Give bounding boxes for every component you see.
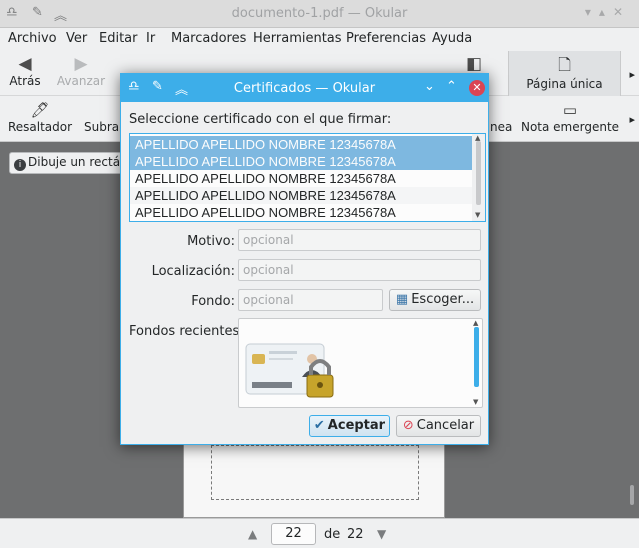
forward-label: Avanzar: [56, 74, 106, 88]
highlighter-icon: 🖊: [30, 101, 50, 119]
underline-label: Subra: [84, 120, 120, 134]
back-button[interactable]: ◀ Atrás: [6, 54, 44, 88]
id-card-lock-icon: [245, 343, 334, 398]
fondos-recientes-label: Fondos recientes:: [129, 324, 244, 339]
choose-background-button[interactable]: ▦ Escoger...: [389, 289, 481, 311]
certificate-list-scroll-thumb[interactable]: [476, 141, 481, 205]
note-icon: ▭: [562, 101, 578, 119]
two-pages-icon: ◧: [465, 54, 483, 74]
certificate-item[interactable]: APELLIDO APELLIDO NOMBRE 12345678A: [130, 153, 472, 170]
toolbar-overflow-icon[interactable]: ▸: [629, 68, 635, 81]
recent-background-thumbnail[interactable]: [244, 339, 339, 404]
single-page-label: Página única: [526, 77, 603, 91]
localizacion-label: Localización:: [151, 264, 235, 279]
certificate-item[interactable]: APELLIDO APELLIDO NOMBRE 12345678A: [130, 170, 472, 187]
menu-ir[interactable]: Ir: [146, 31, 155, 46]
line-label: nea: [490, 120, 513, 134]
fondo-field[interactable]: opcional: [238, 289, 383, 311]
select-certificate-prompt: Seleccione certificado con el que firmar…: [129, 112, 392, 127]
recent-backgrounds-list[interactable]: ▲ ▼: [238, 318, 483, 408]
accept-button[interactable]: ✔ Aceptar: [309, 415, 390, 437]
motivo-field[interactable]: opcional: [238, 229, 481, 251]
page-of-label: de: [324, 527, 341, 542]
localizacion-field[interactable]: opcional: [238, 259, 481, 281]
certificate-item[interactable]: APELLIDO APELLIDO NOMBRE 12345678A: [130, 187, 472, 204]
accept-label: Aceptar: [327, 418, 386, 433]
close-icon[interactable]: ✕: [469, 80, 485, 96]
image-icon: ▦: [395, 292, 409, 307]
fondo-label: Fondo:: [191, 294, 235, 309]
info-icon: i: [14, 159, 26, 171]
certificate-item[interactable]: APELLIDO APELLIDO NOMBRE 12345678A: [130, 204, 472, 221]
highlighter-label: Resaltador: [7, 120, 73, 134]
cancel-icon: ⊘: [402, 418, 414, 433]
underline-button[interactable]: Subra: [84, 100, 124, 134]
popup-note-button[interactable]: ▭ Nota emergente: [520, 100, 620, 134]
signature-rectangle: [211, 445, 419, 500]
document-scrollbar-thumb[interactable]: [630, 485, 634, 505]
menubar: Archivo Ver Editar Ir Marcadores Herrami…: [0, 28, 639, 50]
recent-backgrounds-scroll-thumb[interactable]: [474, 327, 479, 387]
dialog-titlebar: ♎ ✎ ︽ Certificados — Okular ⌄ ⌃ ✕: [121, 74, 488, 102]
certificate-list-scrollbar[interactable]: ▲ ▼: [472, 134, 485, 221]
cancel-label: Cancelar: [416, 418, 475, 433]
forward-button[interactable]: ▶ Avanzar: [54, 54, 108, 88]
document-scrollbar[interactable]: [627, 145, 637, 517]
arrow-right-icon: ▶: [74, 54, 88, 74]
minimize-icon[interactable]: ⌄: [424, 79, 435, 94]
single-page-button[interactable]: 🗋 Página única: [508, 51, 621, 96]
menu-herramientas[interactable]: Herramientas: [253, 31, 342, 46]
cancel-button[interactable]: ⊘ Cancelar: [396, 415, 481, 437]
recent-backgrounds-scrollbar[interactable]: ▲ ▼: [471, 319, 482, 407]
annot-toolbar-overflow-icon[interactable]: ▸: [629, 113, 635, 126]
menu-archivo[interactable]: Archivo: [8, 31, 57, 46]
next-page-icon[interactable]: ▼: [377, 527, 386, 541]
line-icon: [490, 100, 514, 120]
recent-scroll-up-icon[interactable]: ▲: [473, 319, 478, 327]
page-navigation-bar: ▲ 22 de 22 ▼: [0, 518, 639, 548]
menu-editar[interactable]: Editar: [99, 31, 138, 46]
highlighter-button[interactable]: 🖊 Resaltador: [6, 100, 74, 134]
popup-note-label: Nota emergente: [520, 120, 620, 134]
total-pages: 22: [347, 527, 364, 542]
window-controls[interactable]: ▾▴✕: [585, 5, 631, 19]
back-label: Atrás: [9, 74, 41, 88]
choose-background-label: Escoger...: [411, 292, 475, 307]
check-icon: ✔: [313, 418, 325, 433]
page-number-input[interactable]: 22: [271, 523, 316, 545]
window-titlebar: ♎ ✎ ︽ documento-1.pdf — Okular ▾▴✕: [0, 0, 639, 28]
menu-marcadores[interactable]: Marcadores: [171, 31, 246, 46]
menu-preferencias[interactable]: Preferencias: [346, 31, 426, 46]
menu-ayuda[interactable]: Ayuda: [432, 31, 472, 46]
motivo-label: Motivo:: [187, 234, 235, 249]
arrow-left-icon: ◀: [18, 54, 32, 74]
certificates-dialog: ♎ ✎ ︽ Certificados — Okular ⌄ ⌃ ✕ Selecc…: [120, 73, 489, 445]
prev-page-icon[interactable]: ▲: [248, 527, 257, 541]
menu-ver[interactable]: Ver: [66, 31, 87, 46]
window-title: documento-1.pdf — Okular: [231, 6, 408, 21]
certificate-list[interactable]: APELLIDO APELLIDO NOMBRE 12345678A APELL…: [129, 133, 486, 222]
recent-scroll-down-icon[interactable]: ▼: [473, 398, 478, 406]
scroll-down-icon[interactable]: ▼: [475, 211, 480, 219]
line-button[interactable]: nea: [490, 100, 514, 134]
certificate-item[interactable]: APELLIDO APELLIDO NOMBRE 12345678A: [130, 136, 472, 153]
underline-icon: [84, 100, 124, 120]
maximize-icon[interactable]: ⌃: [446, 79, 457, 94]
